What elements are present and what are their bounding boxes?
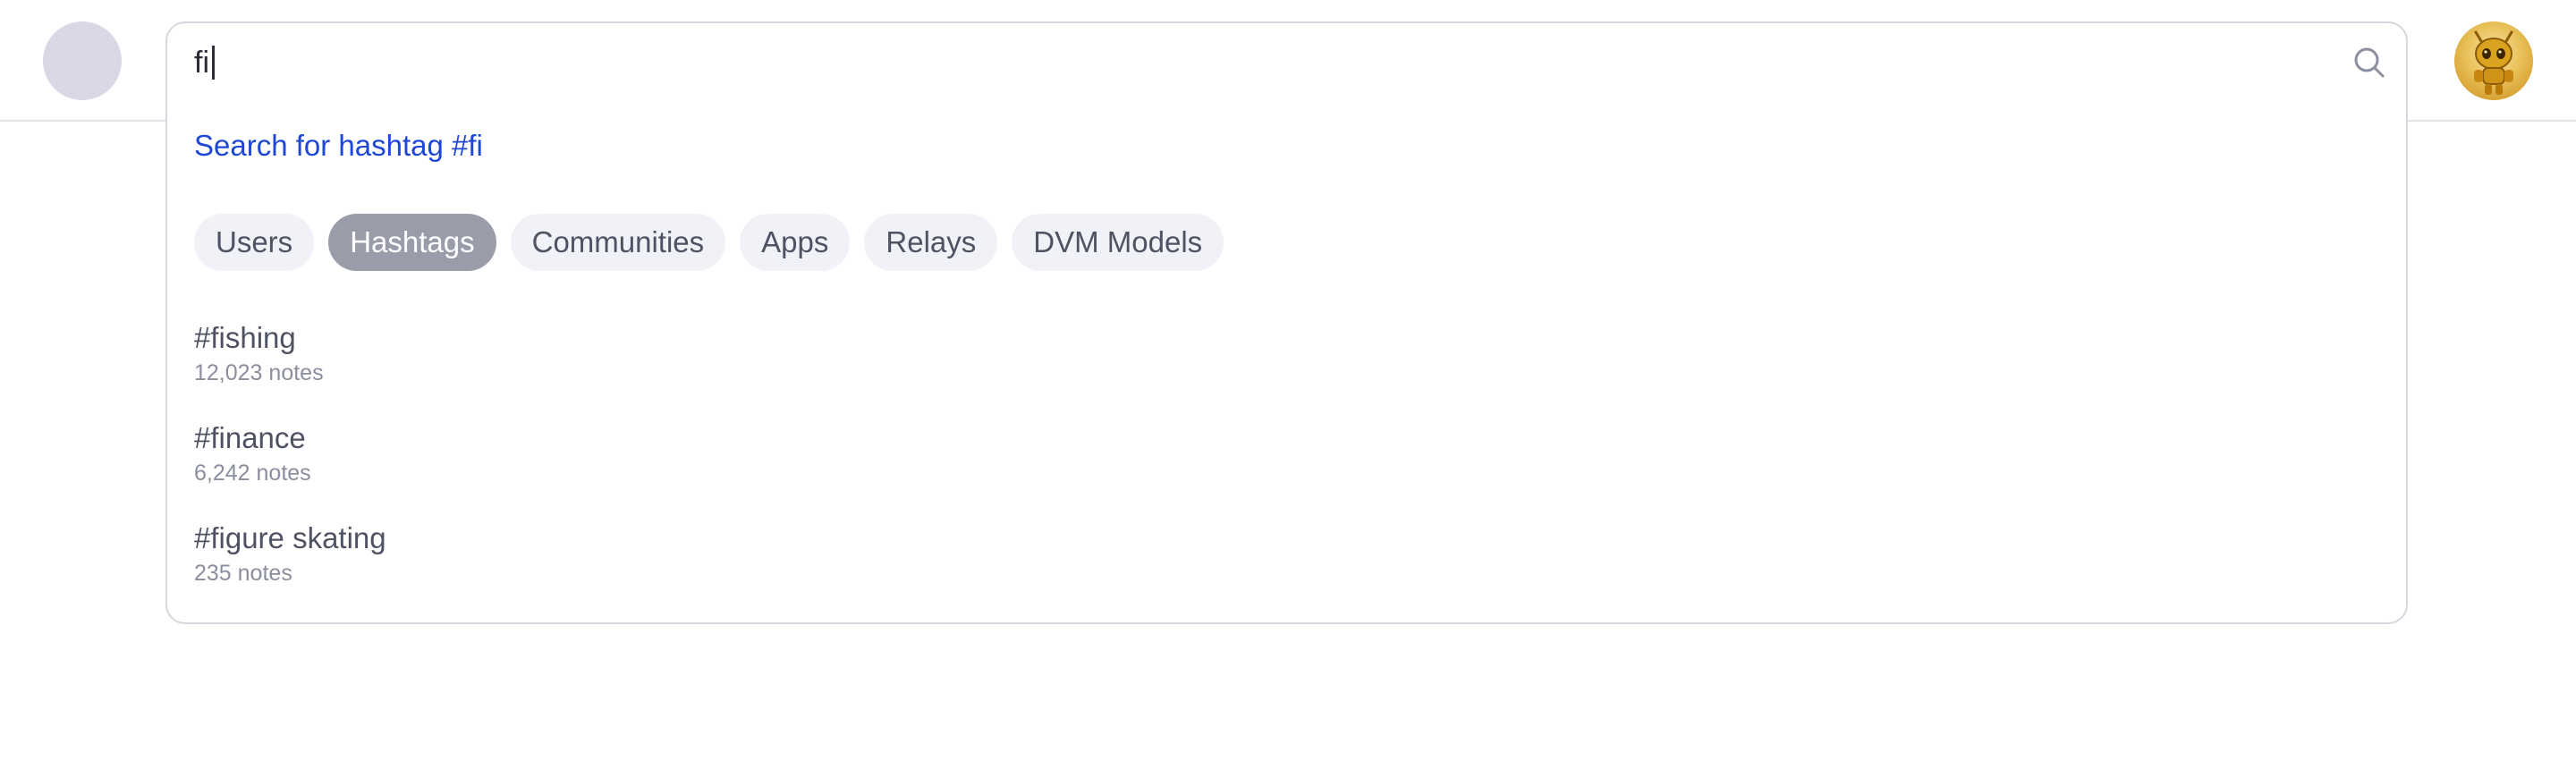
- hashtag-note-count: 6,242 notes: [194, 461, 311, 486]
- hashtag-result-item[interactable]: #figure skating 235 notes: [194, 519, 386, 619]
- hashtag-title: #finance: [194, 421, 306, 454]
- hashtag-result-item[interactable]: #fishing 12,023 notes: [194, 318, 386, 419]
- hashtag-title: #fishing: [194, 321, 296, 354]
- search-dropdown-panel: fi Search for hashtag #fi Users Hashtags…: [165, 21, 2408, 624]
- tab-relays[interactable]: Relays: [864, 214, 998, 271]
- hashtag-results-list: #fishing 12,023 notes #finance 6,242 not…: [194, 318, 386, 619]
- search-query-text: fi: [194, 45, 209, 80]
- page: fi Search for hashtag #fi Users Hashtags…: [0, 0, 2576, 778]
- search-input[interactable]: fi: [194, 41, 2323, 84]
- tab-communities[interactable]: Communities: [510, 214, 726, 271]
- tab-dvm-models[interactable]: DVM Models: [1012, 214, 1224, 271]
- tab-hashtags[interactable]: Hashtags: [328, 214, 496, 271]
- hashtag-result-item[interactable]: #finance 6,242 notes: [194, 419, 386, 519]
- tab-apps[interactable]: Apps: [740, 214, 851, 271]
- hashtag-title: #figure skating: [194, 521, 386, 554]
- text-caret: [212, 46, 215, 80]
- search-category-tabs: Users Hashtags Communities Apps Relays D…: [194, 214, 1224, 271]
- app-logo-icon[interactable]: [43, 21, 122, 100]
- search-icon[interactable]: [2351, 45, 2387, 80]
- user-avatar[interactable]: [2454, 21, 2533, 100]
- search-hashtag-link[interactable]: Search for hashtag #fi: [194, 129, 483, 163]
- golden-robot-avatar-icon: [2474, 30, 2513, 95]
- tab-users[interactable]: Users: [194, 214, 315, 271]
- hashtag-note-count: 12,023 notes: [194, 360, 324, 385]
- hashtag-note-count: 235 notes: [194, 561, 292, 586]
